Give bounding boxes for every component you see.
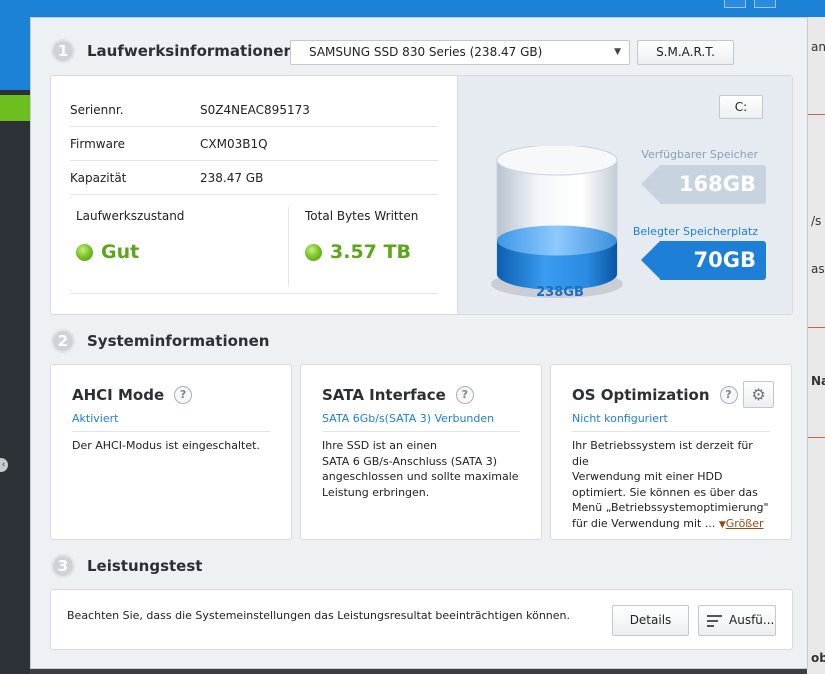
description-line: Menü „Betriebssystemoptimierung" (572, 501, 769, 514)
info-value: S0Z4NEAC895173 (200, 103, 310, 117)
card-description: Ihre SSD ist an einen SATA 6 GB/s-Anschl… (322, 438, 523, 500)
used-space-value: 70GB (641, 241, 766, 280)
status-ok-icon (76, 243, 93, 261)
background-divider (807, 437, 825, 438)
info-label: Kapazität (70, 171, 127, 185)
card-status: Aktiviert (72, 412, 119, 425)
info-label: Seriennr. (70, 103, 124, 117)
health-value: Gut (101, 241, 140, 263)
capacity-panel: C: 238GB Verfügbarer Speicher 168GB Bele… (457, 76, 792, 314)
window-control[interactable] (724, 0, 746, 8)
total-capacity-label: 238GB (536, 285, 584, 300)
capacity-cylinder-icon (491, 146, 623, 298)
description-line: Ihre SSD ist an einen (322, 439, 438, 452)
background-divider (807, 114, 825, 115)
caret-down-icon: ▼ (718, 519, 726, 530)
health-status: Gut (76, 241, 139, 263)
window-control[interactable] (754, 0, 776, 8)
capacity-used-fill (497, 225, 617, 290)
info-value: CXM03B1Q (200, 137, 268, 151)
card-description: Der AHCI-Modus ist eingeschaltet. (72, 439, 260, 452)
card-title: AHCI Mode ? (72, 386, 193, 404)
free-space-label: Verfügbarer Speicher (641, 148, 758, 161)
description-line: optimiert. Sie können es über das (572, 485, 758, 499)
description-line: Leistung erbringen. (322, 485, 430, 499)
drive-select-value: SAMSUNG SSD 830 Series (238.47 GB) (309, 45, 543, 59)
info-row-serial: Seriennr. S0Z4NEAC895173 (70, 93, 438, 127)
card-title-text: AHCI Mode (72, 386, 165, 404)
status-ok-icon (305, 243, 322, 261)
background-text: obr (811, 651, 825, 665)
description-line: angeschlossen und sollte maximale (322, 470, 519, 483)
ssd-dialog: 1 Laufwerksinformationen SAMSUNG SSD 830… (30, 17, 808, 669)
description-line-text: für die Verwendung mit ... (572, 516, 716, 530)
run-benchmark-button[interactable]: Ausfü... (698, 605, 776, 636)
more-link[interactable]: Größer (726, 517, 764, 530)
free-space-value: 168GB (641, 165, 766, 204)
tbw-label: Total Bytes Written (305, 209, 419, 223)
sata-card: SATA Interface ? SATA 6Gb/s(SATA 3) Verb… (300, 364, 542, 540)
chevron-down-icon: ▼ (614, 47, 621, 57)
section-number: 3 (51, 554, 75, 578)
background-text: as (811, 262, 825, 276)
details-button[interactable]: Details (612, 605, 689, 636)
description-line: SATA 6 GB/s-Anschluss (SATA 3) (322, 454, 498, 468)
help-icon[interactable]: ? (174, 386, 193, 404)
card-description: Ihr Betriebssystem ist derzeit für die V… (572, 438, 773, 533)
ahci-card: AHCI Mode ? Aktiviert Der AHCI-Modus ist… (50, 364, 292, 540)
background-divider (807, 327, 825, 328)
card-status: Nicht konfiguriert (572, 412, 668, 425)
description-line: für die Verwendung mit ... ▼Größer (572, 516, 773, 534)
card-title: SATA Interface ? (322, 386, 474, 404)
os-optimization-card: OS Optimization ? ⚙ Nicht konfiguriert I… (550, 364, 792, 540)
background-sidebar: ‹ (0, 0, 30, 674)
section-title: Laufwerksinformationen (87, 42, 295, 60)
divider (322, 431, 520, 432)
performance-card: Beachten Sie, dass die Systemeinstellung… (50, 589, 793, 650)
section-header-drive-info: 1 Laufwerksinformationen (51, 39, 294, 63)
help-icon[interactable]: ? (455, 386, 474, 404)
drive-letter-button[interactable]: C: (719, 95, 763, 119)
section-number: 2 (51, 329, 75, 353)
background-titlebar (0, 0, 825, 17)
section-title: Leistungstest (87, 557, 203, 575)
section-title: Systeminformationen (87, 332, 270, 350)
info-value: 238.47 GB (200, 171, 264, 185)
card-title-text: OS Optimization (572, 386, 710, 404)
performance-note: Beachten Sie, dass die Systemeinstellung… (67, 609, 571, 622)
background-right-strip: an /s as Nac obr (807, 17, 825, 674)
background-active-tab[interactable] (0, 95, 30, 121)
section-header-system-info: 2 Systeminformationen (51, 329, 269, 353)
list-icon (707, 615, 722, 627)
run-benchmark-label: Ausfü... (729, 613, 775, 627)
background-text: an (811, 40, 825, 54)
card-status: SATA 6Gb/s(SATA 3) Verbunden (322, 412, 495, 425)
divider (72, 431, 270, 432)
divider (572, 431, 770, 432)
used-space-label: Belegter Speicherplatz (632, 225, 758, 238)
background-text: Nac (811, 374, 825, 388)
description-line: Verwendung mit einer HDD (572, 470, 723, 483)
help-icon[interactable]: ? (719, 386, 738, 404)
description-line: Ihr Betriebssystem ist derzeit für die (572, 439, 753, 468)
gear-icon[interactable]: ⚙ (743, 381, 774, 408)
background-text: /s (811, 214, 822, 228)
card-title: OS Optimization ? (572, 386, 738, 404)
tbw-status: 3.57 TB (305, 241, 411, 263)
divider (70, 293, 438, 294)
info-row-firmware: Firmware CXM03B1Q (70, 127, 438, 161)
smart-button[interactable]: S.M.A.R.T. (637, 40, 734, 65)
tbw-value: 3.57 TB (330, 241, 411, 263)
info-label: Firmware (70, 137, 125, 151)
divider (288, 207, 289, 287)
chevron-left-icon[interactable]: ‹ (0, 458, 8, 472)
section-header-performance: 3 Leistungstest (51, 554, 202, 578)
info-row-capacity: Kapazität 238.47 GB (70, 161, 438, 195)
drive-select[interactable]: SAMSUNG SSD 830 Series (238.47 GB) ▼ (290, 40, 630, 65)
card-title-text: SATA Interface (322, 386, 446, 404)
section-number: 1 (51, 39, 75, 63)
health-label: Laufwerkszustand (76, 209, 185, 223)
